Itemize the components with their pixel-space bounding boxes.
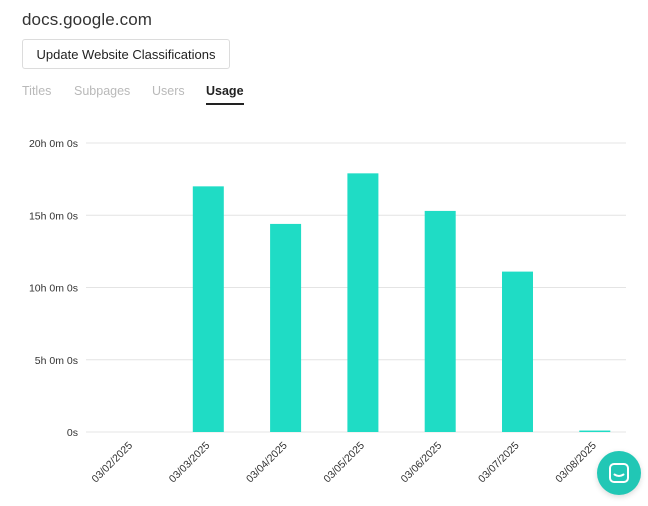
y-tick-label: 10h 0m 0s (29, 283, 78, 295)
usage-bar-chart: 0s 5h 0m 0s 10h 0m 0s 15h 0m 0s 20h 0m 0s 03/… (29, 138, 626, 486)
bar[interactable] (270, 223, 302, 432)
x-tick-label: 03/05/2025 (321, 440, 367, 486)
tab-subpages[interactable]: Subpages (74, 84, 130, 103)
y-tick-label: 20h 0m 0s (29, 138, 78, 150)
bar[interactable] (579, 430, 611, 432)
x-tick-label: 03/06/2025 (399, 440, 445, 486)
chat-icon (609, 463, 629, 483)
bar[interactable] (347, 173, 379, 432)
update-classifications-button[interactable]: Update Website Classifications (22, 39, 230, 69)
y-tick-label: 15h 0m 0s (29, 210, 78, 222)
bar[interactable] (192, 186, 224, 432)
bar[interactable] (502, 271, 533, 432)
y-tick-label: 0s (67, 427, 78, 439)
chat-launcher-button[interactable] (597, 451, 641, 495)
x-tick-label: 03/07/2025 (476, 440, 522, 486)
site-title: docs.google.com (22, 10, 153, 29)
tab-users[interactable]: Users (152, 84, 185, 103)
y-tick-label: 5h 0m 0s (35, 355, 78, 367)
x-tick-label: 03/03/2025 (167, 440, 213, 486)
bar[interactable] (424, 210, 456, 432)
x-tick-label: 03/02/2025 (89, 440, 135, 486)
x-tick-label: 03/04/2025 (244, 440, 290, 486)
x-tick-label: 03/08/2025 (553, 440, 599, 486)
tab-titles[interactable]: Titles (22, 84, 51, 103)
tab-usage[interactable]: Usage (206, 84, 244, 105)
